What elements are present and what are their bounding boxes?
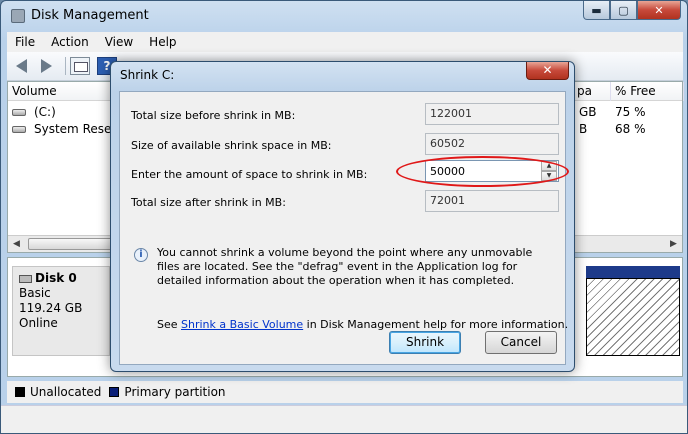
shrink-button[interactable]: Shrink [389, 331, 461, 354]
help-reference: See Shrink a Basic Volume in Disk Manage… [157, 318, 568, 331]
see-suffix: in Disk Management help for more informa… [303, 318, 569, 331]
primary-swatch [109, 387, 120, 397]
total-before-value: 122001 [425, 103, 559, 125]
drive-icon [12, 109, 26, 116]
red-highlight-ellipse [396, 156, 569, 187]
legend-unallocated: Unallocated [30, 385, 102, 399]
menu-file[interactable]: File [7, 35, 43, 49]
disk-status: Online [19, 316, 58, 330]
total-before-label: Total size before shrink in MB: [131, 109, 296, 122]
disk-icon [19, 274, 32, 283]
see-prefix: See [157, 318, 182, 331]
back-arrow-icon[interactable] [13, 57, 33, 75]
partition-block[interactable] [586, 278, 680, 356]
volume-free-percent: 75 % [615, 105, 646, 119]
legend: Unallocated Primary partition [7, 381, 683, 403]
total-after-label: Total size after shrink in MB: [131, 196, 286, 209]
title-bar[interactable]: Disk Management ▬ ▢ ✕ [1, 1, 687, 31]
volume-name: (C:) [34, 105, 56, 119]
scroll-right-icon[interactable]: ▶ [665, 236, 682, 252]
volume-capacity: GB [579, 105, 597, 119]
disk-type: Basic [19, 286, 51, 300]
shrink-dialog: Shrink C: ✕ Total size before shrink in … [110, 61, 575, 372]
dialog-body: Total size before shrink in MB: 122001 S… [119, 91, 569, 365]
info-text: You cannot shrink a volume beyond the po… [157, 246, 533, 287]
info-icon: i [134, 248, 148, 262]
shrink-help-link[interactable]: Shrink a Basic Volume [181, 318, 303, 331]
close-button[interactable]: ✕ [637, 1, 681, 20]
minimize-button[interactable]: ▬ [583, 1, 610, 20]
toolbar-separator [65, 57, 66, 75]
legend-primary: Primary partition [124, 385, 226, 399]
dialog-title: Shrink C: [120, 68, 175, 82]
partition-header [586, 266, 680, 278]
drive-icon [12, 126, 26, 133]
amount-label: Enter the amount of space to shrink in M… [131, 168, 368, 181]
disk-info[interactable]: Disk 0 Basic 119.24 GB Online [12, 266, 110, 356]
menu-help[interactable]: Help [141, 35, 184, 49]
menu-action[interactable]: Action [43, 35, 97, 49]
scroll-left-icon[interactable]: ◀ [8, 236, 25, 252]
available-value: 60502 [425, 133, 559, 155]
disk-management-icon [11, 9, 25, 23]
volume-capacity: B [579, 122, 588, 136]
scroll-thumb[interactable] [28, 238, 118, 250]
total-after-value: 72001 [425, 190, 559, 212]
properties-icon[interactable] [70, 57, 90, 75]
volume-free-percent: 68 % [615, 122, 646, 136]
available-label: Size of available shrink space in MB: [131, 139, 332, 152]
header-free-percent[interactable]: % Free [611, 82, 684, 101]
window-title: Disk Management [31, 8, 149, 23]
unallocated-swatch [15, 387, 25, 397]
header-capacity[interactable]: pa [573, 82, 611, 101]
cancel-button[interactable]: Cancel [485, 331, 557, 354]
disk-size: 119.24 GB [19, 301, 83, 315]
disk-name: Disk 0 [35, 271, 77, 285]
forward-arrow-icon[interactable] [37, 57, 57, 75]
menu-bar: File Action View Help [7, 32, 683, 52]
dialog-close-button[interactable]: ✕ [526, 62, 569, 80]
maximize-button[interactable]: ▢ [610, 1, 637, 20]
status-bar [1, 405, 687, 433]
menu-view[interactable]: View [97, 35, 141, 49]
